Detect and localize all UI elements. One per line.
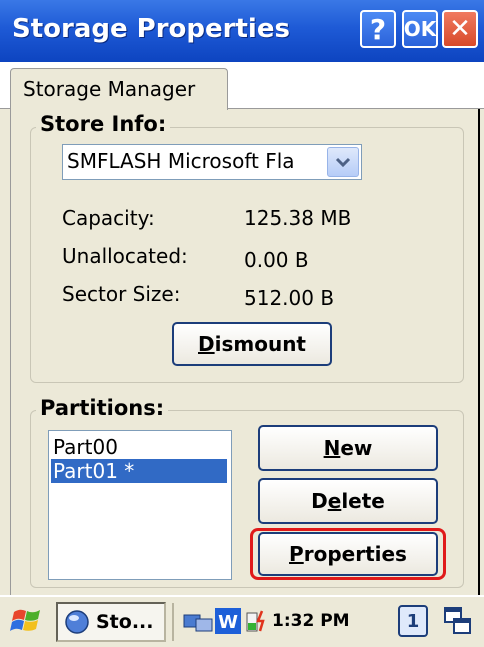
network-icon[interactable] xyxy=(182,609,214,635)
partition-list[interactable]: Part00 Part01 * xyxy=(48,430,232,580)
store-select[interactable]: SMFLASH Microsoft Fla xyxy=(62,144,362,180)
store-select-value: SMFLASH Microsoft Fla xyxy=(67,149,295,173)
panel-left-edge xyxy=(10,109,11,595)
list-item[interactable]: Part00 xyxy=(51,435,118,459)
unallocated-label: Unallocated: xyxy=(62,244,188,268)
storage-app-icon xyxy=(65,610,89,634)
list-item[interactable]: Part01 * xyxy=(51,459,227,483)
ok-button[interactable]: OK xyxy=(402,10,438,48)
word-icon[interactable]: W xyxy=(214,606,242,636)
windows-switch-icon[interactable] xyxy=(442,605,474,637)
tray-separator xyxy=(172,603,174,641)
title-bar: Storage Properties ? OK ✕ xyxy=(0,0,484,62)
store-info-label: Store Info: xyxy=(36,112,171,136)
taskbar-app-button[interactable]: Sto... xyxy=(56,602,166,642)
sector-size-value: 512.00 B xyxy=(244,286,335,310)
new-accel: N xyxy=(323,436,341,460)
partitions-label: Partitions: xyxy=(36,396,169,420)
close-button[interactable]: ✕ xyxy=(442,10,478,48)
new-button[interactable]: New xyxy=(258,425,438,471)
capacity-value: 125.38 MB xyxy=(244,206,352,230)
delete-label: lete xyxy=(341,489,385,513)
delete-button[interactable]: De lete xyxy=(258,478,438,524)
dismount-accel: D xyxy=(198,332,215,356)
sector-size-label: Sector Size: xyxy=(62,282,181,306)
help-button[interactable]: ? xyxy=(360,10,396,48)
windows-flag-icon[interactable] xyxy=(10,604,44,638)
chevron-down-icon[interactable] xyxy=(327,147,359,177)
battery-icon[interactable] xyxy=(244,607,270,635)
dismount-label: ismount xyxy=(214,332,306,356)
unallocated-value: 0.00 B xyxy=(244,248,309,272)
input-panel-button[interactable]: 1 xyxy=(398,605,428,637)
clock: 1:32 PM xyxy=(272,611,350,631)
dismount-button[interactable]: Dismount xyxy=(172,322,332,366)
taskbar: Sto... W 1:32 PM 1 xyxy=(0,596,484,647)
capacity-label: Capacity: xyxy=(62,206,155,230)
window-title: Storage Properties xyxy=(12,14,290,44)
taskbar-app-label: Sto... xyxy=(96,611,154,633)
delete-accel: e xyxy=(327,489,342,513)
panel-right-edge xyxy=(478,109,480,595)
properties-highlight xyxy=(250,528,446,580)
new-label: ew xyxy=(340,436,373,460)
delete-pre: D xyxy=(311,489,328,513)
svg-text:W: W xyxy=(218,612,238,633)
tab-storage-manager[interactable]: Storage Manager xyxy=(10,68,228,110)
